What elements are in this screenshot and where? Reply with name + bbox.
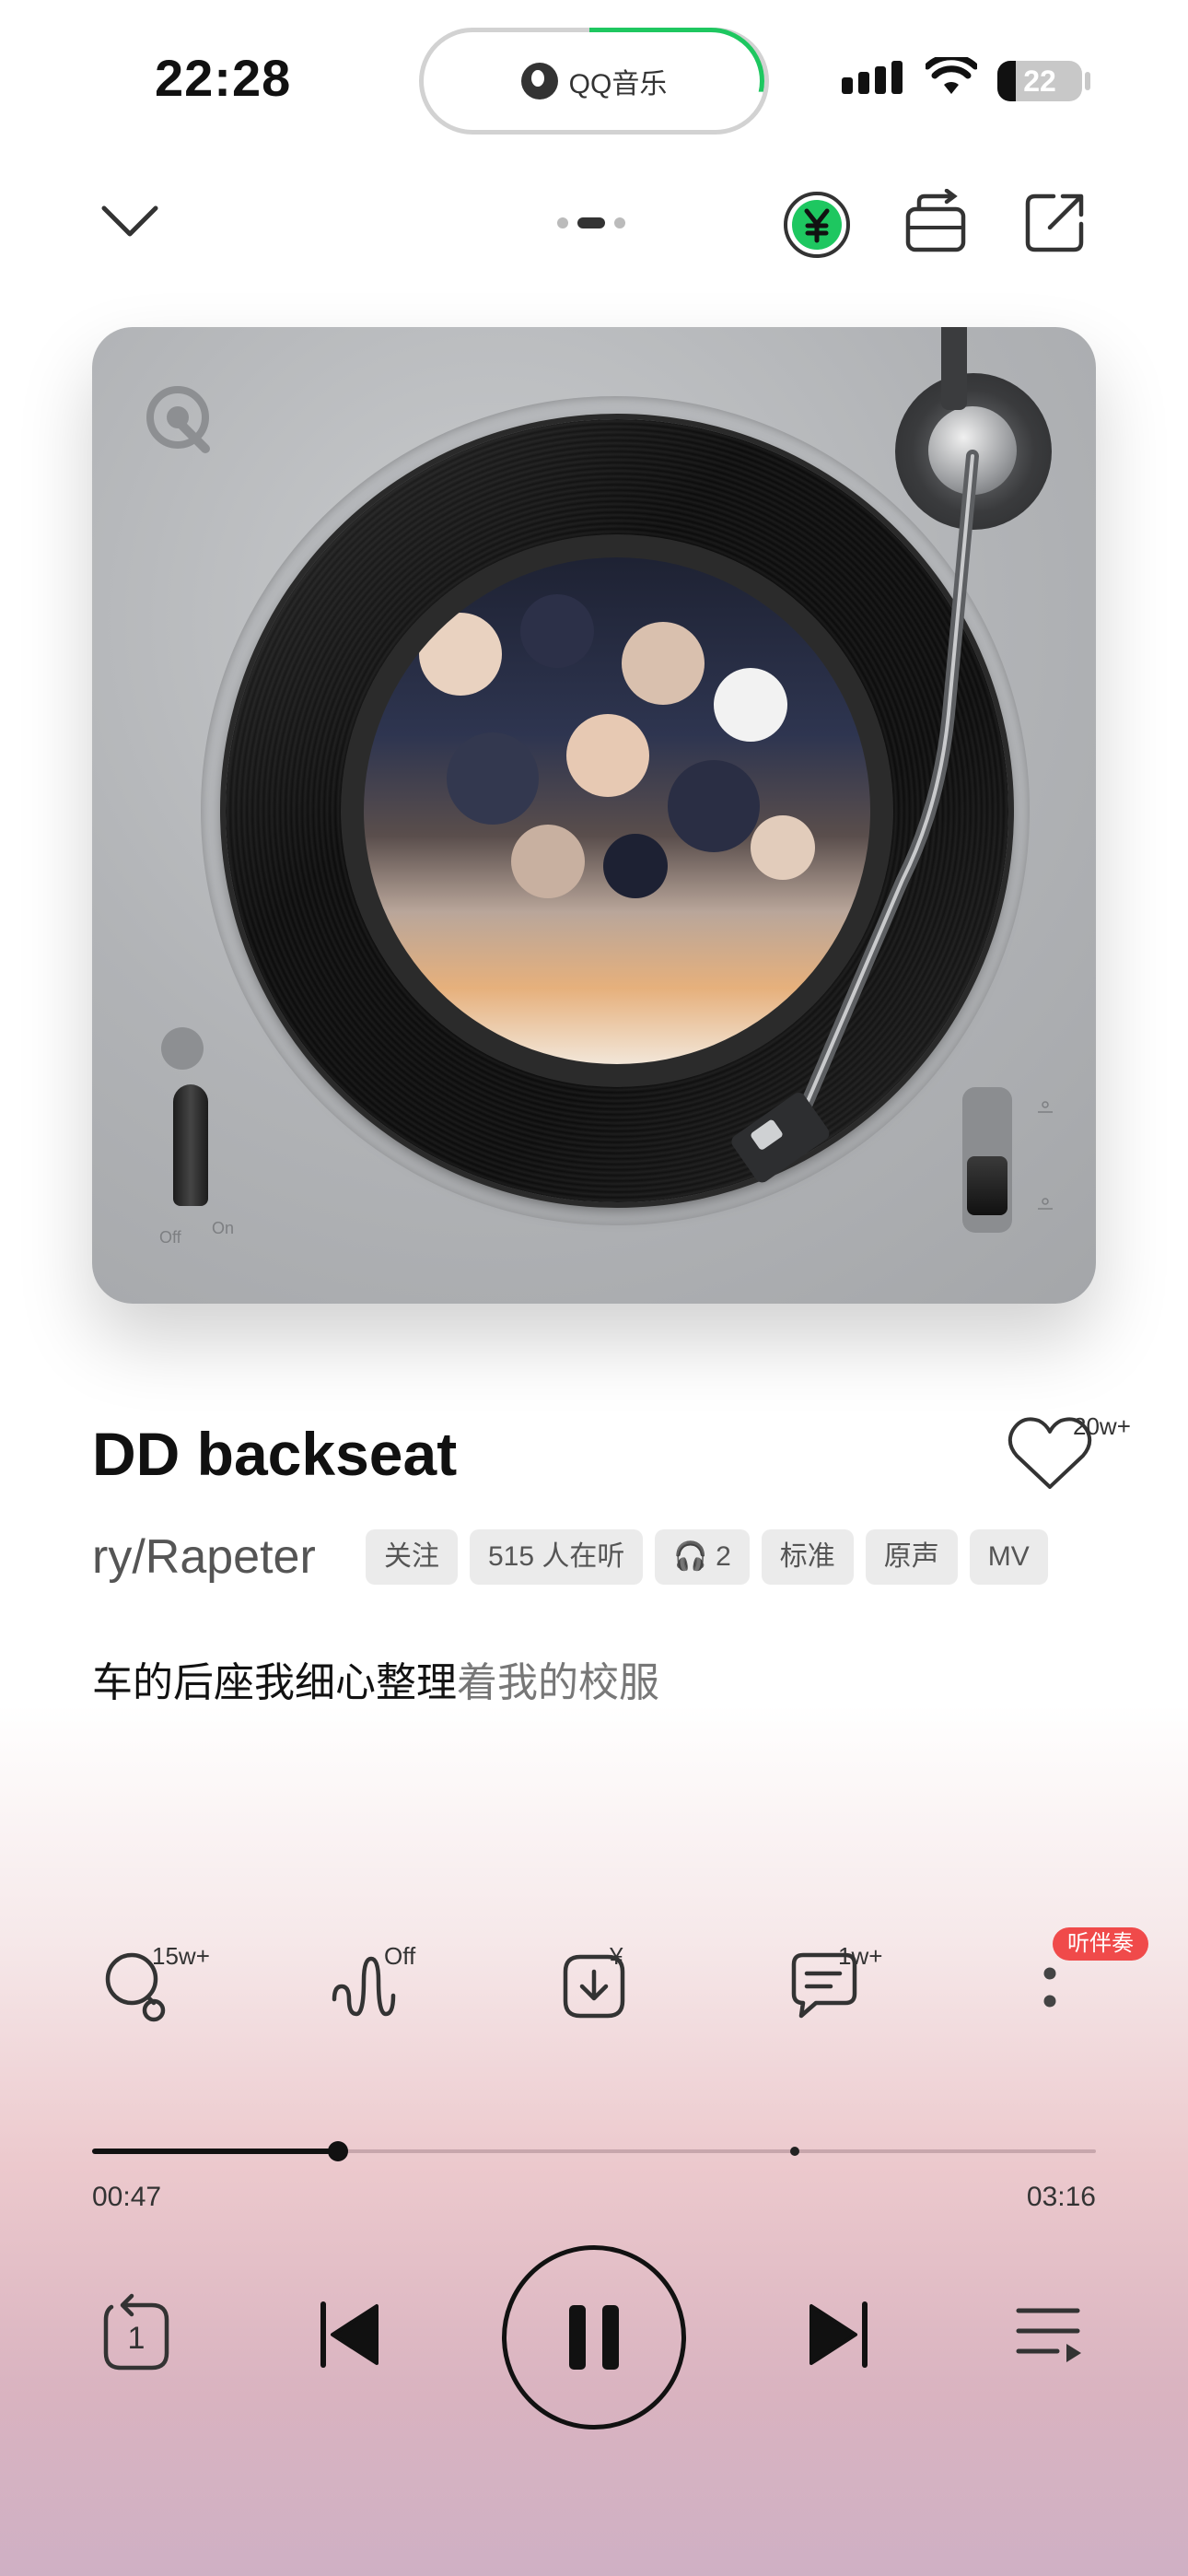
yen-vip-icon[interactable]: [781, 189, 853, 261]
mv-tag[interactable]: MV: [969, 1529, 1048, 1585]
search-count: 15w+: [152, 1942, 210, 1970]
wifi-icon: [926, 57, 977, 94]
island-progress-ring: [589, 28, 769, 135]
status-bar: 22:28 QQ音乐 22: [0, 0, 1188, 147]
power-indicator-icon: [161, 1027, 204, 1070]
repeat-one-button[interactable]: 1: [97, 2292, 176, 2377]
speed-slow-mark-icon: [1038, 1198, 1053, 1210]
playlist-button[interactable]: [1015, 2303, 1085, 2366]
status-time: 22:28: [155, 49, 292, 107]
next-icon: [809, 2301, 868, 2368]
listen-together-tag[interactable]: 🎧 2: [655, 1529, 750, 1585]
repeat-one-icon: 1: [103, 2293, 169, 2371]
progress-slider[interactable]: [92, 2137, 1096, 2165]
speed-slider-knob[interactable]: [967, 1156, 1007, 1215]
accompaniment-badge[interactable]: 听伴奏: [1053, 1927, 1148, 1961]
next-track-button[interactable]: [806, 2301, 870, 2369]
lyric-sung-part: 车的后座我细心整理: [92, 1660, 457, 1705]
repeat-one-number: 1: [128, 2321, 146, 2356]
previous-icon: [320, 2301, 379, 2368]
download-button[interactable]: [553, 1944, 635, 2027]
speed-fast-mark-icon: [1038, 1101, 1053, 1113]
previous-track-button[interactable]: [318, 2301, 382, 2369]
highlight-marker: [790, 2147, 799, 2156]
power-switch[interactable]: [173, 1084, 208, 1206]
pause-icon: [569, 2305, 619, 2370]
download-paid-badge: ¥: [610, 1942, 623, 1970]
current-time: 00:47: [92, 2182, 162, 2212]
playlist-icon: [1016, 2308, 1081, 2362]
download-icon: [563, 1954, 625, 2019]
battery-tip: [1085, 72, 1090, 90]
song-title: DD backseat: [92, 1420, 458, 1488]
progress-played: [92, 2149, 338, 2154]
quality-tag[interactable]: 标准: [761, 1529, 854, 1585]
share-icon[interactable]: [1022, 189, 1089, 255]
battery-level: 22: [1023, 64, 1056, 98]
total-time: 03:16: [1026, 2182, 1096, 2212]
battery-icon: 22: [997, 61, 1082, 101]
listeners-count-tag[interactable]: 515 人在听: [470, 1529, 644, 1585]
power-off-label: Off: [159, 1228, 181, 1247]
comment-count: 1w+: [838, 1942, 883, 1970]
chevron-down-icon[interactable]: [97, 193, 163, 249]
artist-name[interactable]: ry/Rapeter: [92, 1529, 316, 1585]
progress-thumb[interactable]: [328, 2141, 348, 2161]
song-tags: 关注 515 人在听 🎧 2 标准 原声 MV: [366, 1529, 1048, 1585]
page-indicator[interactable]: [557, 217, 625, 228]
current-lyric-line[interactable]: 车的后座我细心整理着我的校服: [92, 1649, 659, 1708]
tonearm[interactable]: [92, 327, 1096, 1304]
cellular-signal-icon: [842, 61, 903, 94]
sound-effect-state: Off: [384, 1942, 416, 1970]
turntable-player[interactable]: Off On: [92, 327, 1096, 1304]
power-on-label: On: [212, 1219, 235, 1237]
switch-player-icon[interactable]: [903, 189, 969, 255]
follow-button[interactable]: 关注: [366, 1529, 458, 1585]
lyric-remaining-part: 着我的校服: [457, 1660, 659, 1705]
play-pause-button[interactable]: [502, 2245, 686, 2430]
like-count: 20w+: [1073, 1412, 1131, 1440]
original-version-tag[interactable]: 原声: [865, 1529, 958, 1585]
qq-music-logo-icon: [520, 63, 558, 100]
